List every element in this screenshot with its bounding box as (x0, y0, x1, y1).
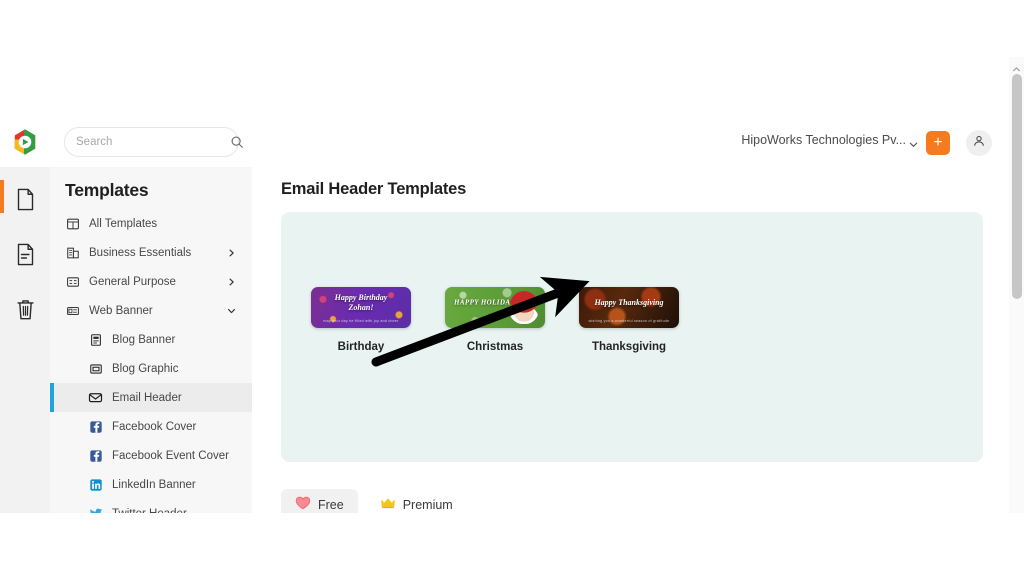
plus-icon: + (933, 134, 943, 151)
filter-tab-label: Premium (402, 497, 453, 512)
chevron-down-icon[interactable] (908, 137, 919, 148)
text-document-icon (15, 243, 36, 271)
template-thumbnail[interactable]: Happy Thanksgiving wishing you a wonderf… (579, 287, 679, 328)
template-card-label: Birthday (337, 341, 385, 353)
template-card-thanksgiving[interactable]: Happy Thanksgiving wishing you a wonderf… (579, 287, 679, 353)
sidebar-item-all-templates[interactable]: All Templates (50, 209, 252, 238)
search-icon[interactable] (230, 135, 244, 149)
sidebar-item-business-essentials[interactable]: Business Essentials (50, 238, 252, 267)
sidebar-item-web-banner[interactable]: Web Banner (50, 296, 252, 325)
thumbnail-subtext: wishing you a wonderful season of gratit… (588, 319, 670, 323)
filter-tab-free[interactable]: Free (281, 489, 358, 513)
template-thumbnail[interactable]: HAPPY HOLIDAYS (445, 287, 545, 328)
app-logo-icon[interactable] (11, 128, 39, 156)
template-thumbnail[interactable]: Happy Birthday Zohan! may your day be fi… (311, 287, 411, 328)
twitter-icon (88, 506, 103, 513)
envelope-icon (88, 390, 103, 405)
user-icon (972, 134, 986, 153)
building-icon (65, 245, 80, 260)
sidebar-item-label: Web Banner (89, 304, 153, 317)
sidebar-item-general-purpose[interactable]: General Purpose (50, 267, 252, 296)
main-content: Email Header Templates Happy Birthday Zo… (252, 167, 1024, 513)
vertical-scrollbar-thumb[interactable] (1012, 74, 1022, 299)
search-box[interactable] (64, 127, 243, 157)
sidebar-item-facebook-event-cover[interactable]: Facebook Event Cover (50, 441, 252, 470)
sidebar-item-label: Facebook Cover (112, 420, 197, 433)
featured-templates-panel: Happy Birthday Zohan! may your day be fi… (281, 212, 983, 462)
rail-item-documents[interactable] (0, 237, 50, 277)
sidebar-title: Templates (65, 180, 149, 200)
sidebar-item-label: All Templates (89, 217, 158, 230)
filter-tab-label: Free (318, 497, 344, 512)
rail-item-designs[interactable] (0, 180, 50, 222)
sidebar-item-email-header[interactable]: Email Header (50, 383, 252, 412)
thumbnail-headline: Happy Thanksgiving (594, 297, 664, 307)
sidebar-item-label: Facebook Event Cover (112, 449, 229, 462)
template-card-label: Thanksgiving (591, 341, 667, 353)
filter-tab-premium[interactable]: Premium (366, 489, 467, 513)
rail-item-trash[interactable] (0, 292, 50, 332)
chevron-down-icon[interactable] (227, 306, 236, 315)
app-viewport: HipoWorks Technologies Pv... + (0, 57, 1024, 513)
crown-icon (380, 496, 396, 513)
list-icon (65, 274, 80, 289)
page-bottom-area (0, 513, 1024, 576)
create-new-button[interactable]: + (926, 131, 950, 155)
chevron-right-icon[interactable] (227, 248, 236, 257)
facebook-icon (88, 448, 103, 463)
chevron-right-icon[interactable] (227, 277, 236, 286)
scroll-up-arrow-icon[interactable] (1012, 61, 1021, 72)
sidebar-item-label: Blog Graphic (112, 362, 179, 375)
thumbnail-subtext: may your day be filled with joy and chee… (323, 319, 399, 323)
sidebar-item-facebook-cover[interactable]: Facebook Cover (50, 412, 252, 441)
sidebar-item-label: General Purpose (89, 275, 176, 288)
organization-name[interactable]: HipoWorks Technologies Pv... (741, 133, 906, 147)
banner-icon (65, 303, 80, 318)
sidebar-item-label: Blog Banner (112, 333, 176, 346)
blog-banner-icon (88, 332, 103, 347)
sidebar-item-blog-graphic[interactable]: Blog Graphic (50, 354, 252, 383)
sidebar-item-twitter-header[interactable]: Twitter Header (50, 499, 252, 513)
account-button[interactable] (966, 130, 992, 156)
grid-icon (65, 216, 80, 231)
facebook-icon (88, 419, 103, 434)
icon-rail (0, 167, 50, 513)
sidebar-item-blog-banner[interactable]: Blog Banner (50, 325, 252, 354)
blog-graphic-icon (88, 361, 103, 376)
sidebar-item-label: Email Header (112, 391, 182, 404)
top-bar (0, 57, 1024, 112)
trash-icon (15, 298, 36, 326)
linkedin-icon (88, 477, 103, 492)
filter-tabs: Free Premium (281, 489, 467, 513)
template-card-label: Christmas (466, 341, 524, 353)
page-title: Email Header Templates (281, 180, 467, 198)
blank-document-icon (15, 188, 36, 216)
template-card-christmas[interactable]: HAPPY HOLIDAYS Christmas (445, 287, 545, 353)
sidebar-item-label: Business Essentials (89, 246, 192, 259)
browser-chrome-area (0, 0, 1024, 57)
template-card-birthday[interactable]: Happy Birthday Zohan! may your day be fi… (311, 287, 411, 353)
templates-sidebar: Templates All Templates Business Essenti… (50, 167, 252, 513)
thumbnail-headline: Happy Birthday Zohan! (334, 292, 388, 312)
sidebar-item-linkedin-banner[interactable]: LinkedIn Banner (50, 470, 252, 499)
search-input[interactable] (76, 136, 230, 148)
thumbnail-headline: HAPPY HOLIDAYS (454, 298, 520, 307)
featured-cards-row: Happy Birthday Zohan! may your day be fi… (281, 287, 983, 353)
sidebar-item-label: LinkedIn Banner (112, 478, 196, 491)
heart-icon (295, 496, 311, 513)
